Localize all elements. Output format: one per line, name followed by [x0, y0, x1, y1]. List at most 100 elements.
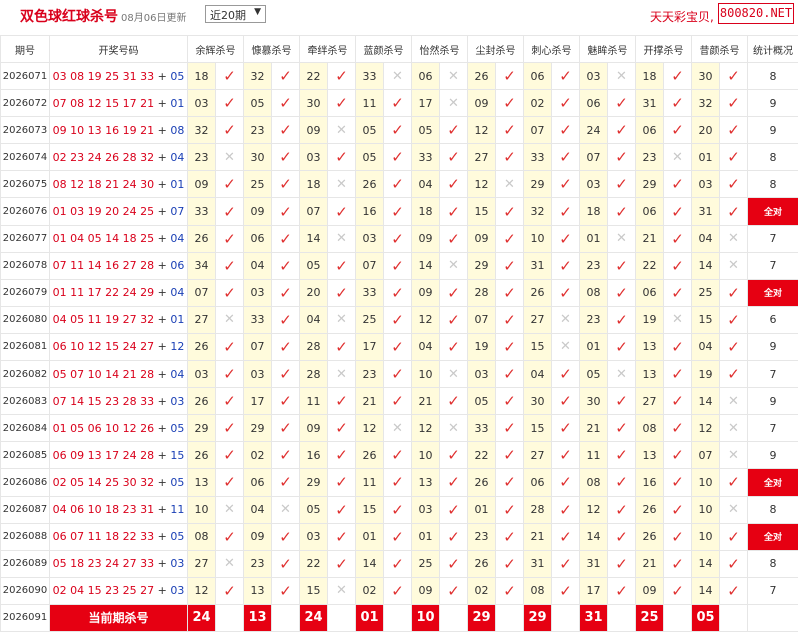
- check-icon: ✓: [272, 550, 300, 577]
- period-cell: 2026085: [1, 442, 50, 469]
- period-range-select[interactable]: 近20期 ▼: [205, 5, 266, 23]
- kill-number: 12: [468, 171, 496, 198]
- kill-number: 27: [188, 550, 216, 577]
- check-icon: ✓: [440, 225, 468, 252]
- blue-ball: 05: [170, 70, 184, 83]
- check-icon: ✓: [664, 279, 692, 306]
- check-icon: ✓: [496, 306, 524, 333]
- check-icon: ✓: [496, 577, 524, 604]
- check-icon: ✓: [328, 550, 356, 577]
- check-icon: ✓: [608, 442, 636, 469]
- period-cell: 2026090: [1, 577, 50, 604]
- kill-number: 10: [692, 469, 720, 496]
- kill-number: 18: [636, 63, 664, 90]
- check-icon: ✓: [496, 63, 524, 90]
- kill-number: 31: [636, 90, 664, 117]
- table-row: 202607701 04 05 14 18 25 + 0426✓06✓14✕03…: [1, 225, 798, 252]
- cross-icon: ✕: [216, 306, 244, 333]
- check-icon: ✓: [272, 415, 300, 442]
- cross-icon: ✕: [608, 361, 636, 388]
- kill-number: 05: [580, 361, 608, 388]
- cross-icon: ✕: [440, 90, 468, 117]
- period-cell: 2026083: [1, 388, 50, 415]
- table-row: 202608602 05 14 25 30 32 + 0513✓06✓29✓11…: [1, 469, 798, 496]
- check-icon: ✓: [328, 523, 356, 550]
- check-icon: ✓: [552, 496, 580, 523]
- kill-number: 33: [244, 306, 272, 333]
- kill-number: 04: [412, 333, 440, 360]
- kill-number: 33: [356, 279, 384, 306]
- kill-number: 13: [636, 442, 664, 469]
- red-balls: 02 04 15 23 25 27: [53, 584, 154, 597]
- cross-icon: ✕: [216, 496, 244, 523]
- table-row: 202608806 07 11 18 22 33 + 0508✓09✓03✓01…: [1, 523, 798, 550]
- kill-number: 10: [692, 496, 720, 523]
- check-icon: ✓: [664, 63, 692, 90]
- site-url-link[interactable]: 800820.NET: [718, 3, 794, 24]
- update-date: 08月06日更新: [121, 9, 186, 24]
- draw-cell: 08 12 18 21 24 30 + 01: [50, 171, 188, 198]
- check-icon: ✓: [440, 144, 468, 171]
- current-kill-number: 29: [524, 604, 552, 631]
- check-icon: ✓: [664, 171, 692, 198]
- cross-icon: ✕: [384, 63, 412, 90]
- check-icon: ✓: [272, 306, 300, 333]
- kill-number: 27: [188, 306, 216, 333]
- kill-number: 22: [300, 550, 328, 577]
- kill-number: 04: [412, 171, 440, 198]
- kill-number: 09: [412, 279, 440, 306]
- period-range-value: 近20期: [210, 9, 246, 22]
- cross-icon: ✕: [216, 550, 244, 577]
- col-method: 尘封杀号: [468, 36, 524, 63]
- kill-number: 29: [300, 469, 328, 496]
- kill-number: 05: [356, 117, 384, 144]
- check-icon: ✓: [664, 361, 692, 388]
- kill-number: 27: [524, 306, 552, 333]
- kill-number: 29: [244, 415, 272, 442]
- blue-ball: 11: [170, 503, 184, 516]
- table-row: 202607508 12 18 21 24 30 + 0109✓25✓18✕26…: [1, 171, 798, 198]
- page-title: 双色球红球杀号: [20, 6, 118, 26]
- empty-cell: [748, 604, 798, 631]
- check-icon: ✓: [664, 388, 692, 415]
- check-icon: ✓: [272, 63, 300, 90]
- draw-cell: 04 06 10 18 23 31 + 11: [50, 496, 188, 523]
- kill-number: 25: [692, 279, 720, 306]
- check-icon: ✓: [720, 306, 748, 333]
- check-icon: ✓: [496, 333, 524, 360]
- kill-number: 23: [244, 117, 272, 144]
- kill-number: 04: [692, 225, 720, 252]
- kill-number: 14: [580, 523, 608, 550]
- red-balls: 01 11 17 22 24 29: [53, 286, 154, 299]
- cross-icon: ✕: [720, 496, 748, 523]
- check-icon: ✓: [272, 442, 300, 469]
- check-icon: ✓: [664, 90, 692, 117]
- current-kill-number: 31: [580, 604, 608, 631]
- kill-number: 23: [188, 144, 216, 171]
- red-balls: 07 11 14 16 27 28: [53, 259, 154, 272]
- red-balls: 01 05 06 10 12 26: [53, 422, 154, 435]
- check-icon: ✓: [720, 469, 748, 496]
- check-icon: ✓: [720, 361, 748, 388]
- kill-number: 17: [580, 577, 608, 604]
- kill-number: 12: [412, 415, 440, 442]
- col-method: 昔颜杀号: [692, 36, 748, 63]
- check-icon: ✓: [496, 90, 524, 117]
- all-correct-badge: 全对: [748, 469, 798, 496]
- cross-icon: ✕: [440, 415, 468, 442]
- current-kill-number: 13: [244, 604, 272, 631]
- check-icon: ✓: [496, 415, 524, 442]
- kill-number: 32: [524, 198, 552, 225]
- cross-icon: ✕: [552, 333, 580, 360]
- check-icon: ✓: [328, 198, 356, 225]
- period-cell: 2026071: [1, 63, 50, 90]
- kill-number: 04: [692, 333, 720, 360]
- draw-cell: 03 08 19 25 31 33 + 05: [50, 63, 188, 90]
- check-icon: ✓: [384, 117, 412, 144]
- all-correct-badge: 全对: [748, 279, 798, 306]
- kill-number: 27: [524, 442, 552, 469]
- check-icon: ✓: [216, 469, 244, 496]
- col-period: 期号: [1, 36, 50, 63]
- kill-number: 33: [412, 144, 440, 171]
- kill-number: 15: [524, 415, 552, 442]
